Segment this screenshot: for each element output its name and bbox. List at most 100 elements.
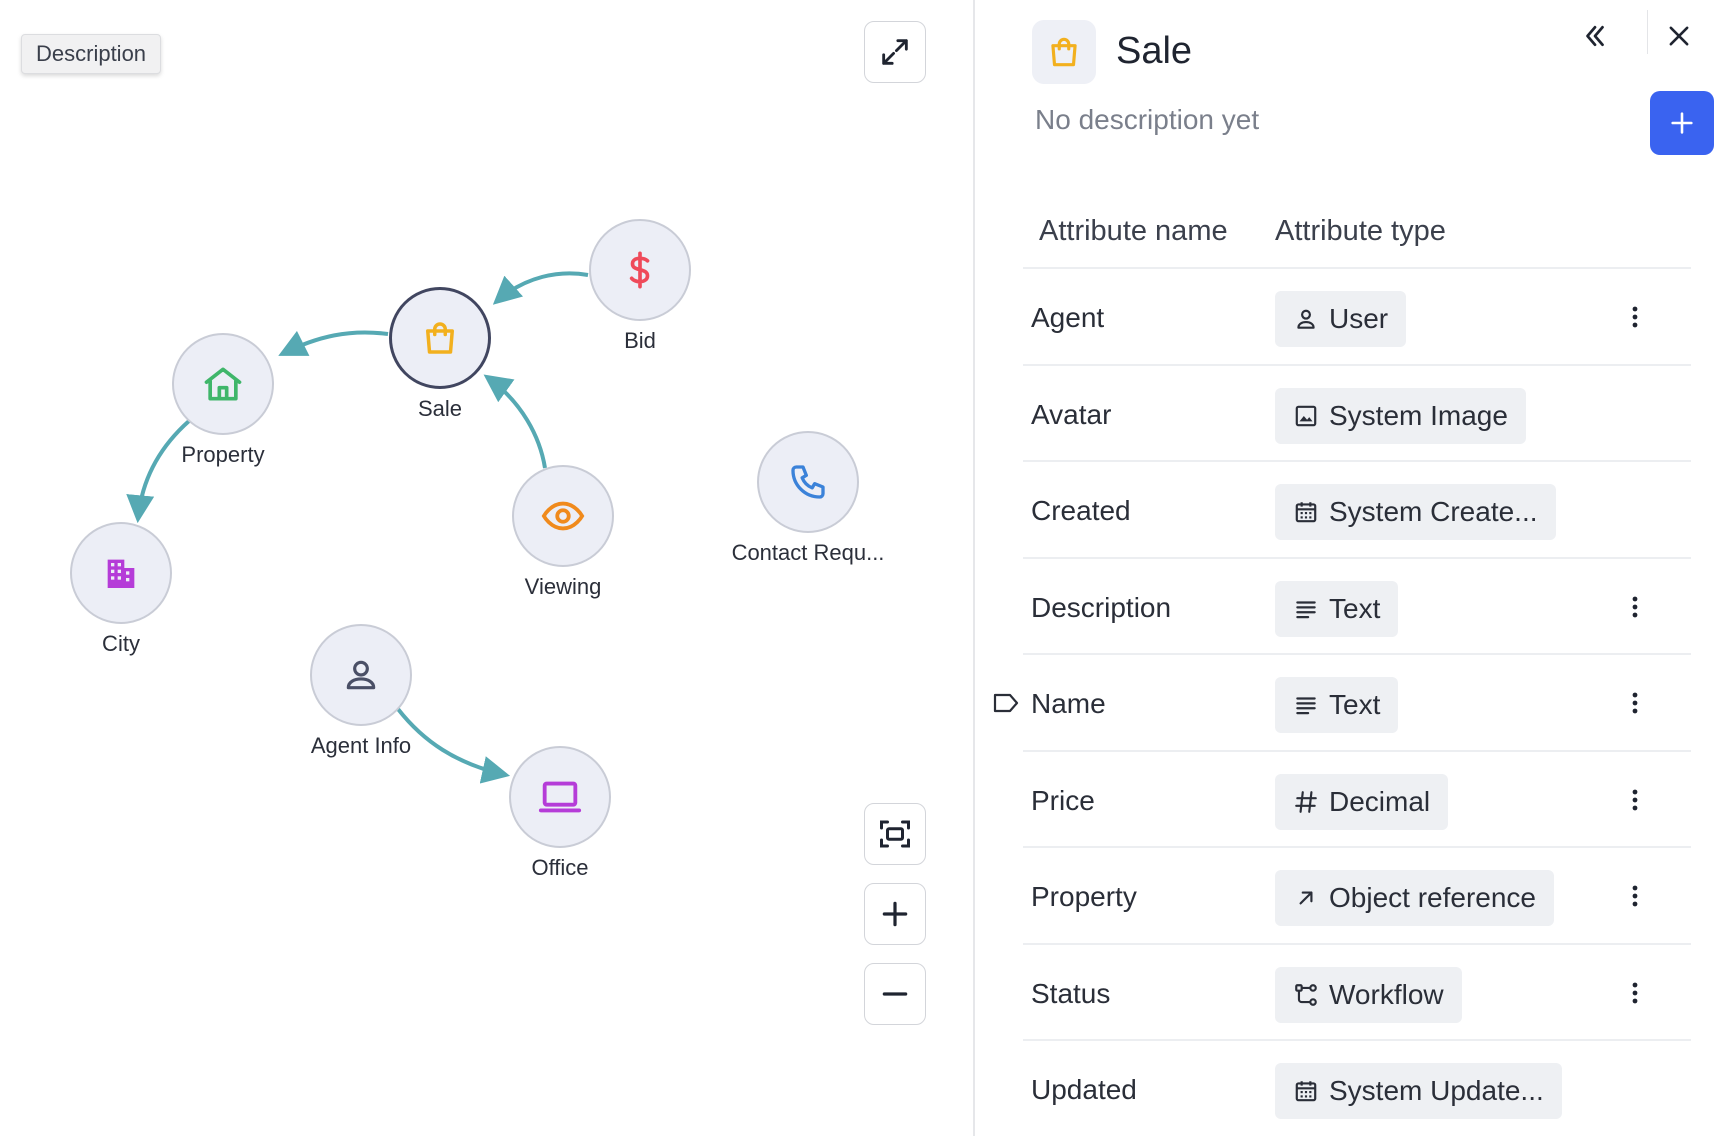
calendar-icon xyxy=(1295,1081,1317,1102)
attribute-type-label: System Create... xyxy=(1329,496,1538,527)
zoom-out-button[interactable] xyxy=(864,963,926,1025)
attribute-type-label: Decimal xyxy=(1329,785,1431,817)
laptop-icon xyxy=(538,781,582,813)
attribute-type-badge[interactable]: Text xyxy=(1275,580,1399,637)
attribute-name: Status xyxy=(1031,977,1111,1009)
node-contact[interactable] xyxy=(757,431,859,533)
attribute-row-price[interactable]: Price Decimal xyxy=(1023,752,1691,848)
workflow-icon xyxy=(1295,983,1317,1006)
attribute-name: Created xyxy=(1031,495,1131,526)
node-label-city: City xyxy=(102,631,140,656)
attribute-row-updated[interactable]: Updated System Update... xyxy=(1023,1041,1691,1136)
dollar-icon xyxy=(629,251,650,289)
node-sale[interactable] xyxy=(389,287,491,389)
attribute-type-label: Text xyxy=(1329,689,1381,720)
edge-agent-to-office xyxy=(396,707,511,784)
attribute-type-label: User xyxy=(1329,303,1389,334)
node-label-contact: Contact Requ... xyxy=(731,540,885,565)
attribute-type-badge[interactable]: System Create... xyxy=(1275,484,1556,540)
node-agent[interactable] xyxy=(310,624,412,726)
attribute-type-label: Object reference xyxy=(1329,882,1536,913)
attribute-type-badge[interactable]: User xyxy=(1275,291,1407,347)
attribute-row-property[interactable]: Property Object reference xyxy=(1023,848,1691,945)
attribute-name: Avatar xyxy=(1031,398,1112,430)
attributes-table: Agent User Avatar System Image Created System… xyxy=(993,269,1691,1136)
plus-icon xyxy=(882,901,908,927)
expand-button[interactable] xyxy=(864,21,926,83)
shopping-bag-icon xyxy=(426,322,454,354)
attribute-menu-button[interactable] xyxy=(1617,589,1653,625)
fit-view-button[interactable] xyxy=(864,803,926,865)
attribute-type-badge[interactable]: Workflow xyxy=(1275,966,1462,1023)
phone-icon xyxy=(791,465,825,499)
calendar-icon xyxy=(1295,502,1317,523)
house-icon xyxy=(204,367,242,401)
attribute-type-badge[interactable]: Text xyxy=(1275,677,1399,733)
minus-icon xyxy=(882,992,908,996)
object-title: Sale xyxy=(1116,30,1193,72)
node-label-bid: Bid xyxy=(624,328,656,353)
attribute-name: Property xyxy=(1031,881,1137,912)
attribute-name: Price xyxy=(1031,784,1095,816)
hash-icon xyxy=(1295,790,1317,813)
attribute-name: Updated xyxy=(1031,1074,1137,1105)
attribute-type-label: Text xyxy=(1329,592,1381,624)
attribute-row-status[interactable]: Status Workflow xyxy=(1023,945,1691,1041)
shopping-bag-icon xyxy=(1051,37,1077,67)
attribute-row-description[interactable]: Description Text xyxy=(1023,559,1691,655)
user-icon xyxy=(1297,309,1315,329)
node-property[interactable] xyxy=(172,333,274,435)
attribute-row-created[interactable]: Created System Create... xyxy=(1023,462,1691,559)
header-separator xyxy=(1647,10,1648,54)
attribute-type-label: System Update... xyxy=(1329,1075,1544,1106)
attribute-type-badge[interactable]: System Image xyxy=(1275,387,1526,444)
attribute-menu-button[interactable] xyxy=(1617,685,1653,721)
kebab-menu-icon xyxy=(1632,692,1638,714)
attribute-row-avatar[interactable]: Avatar System Image xyxy=(1023,366,1691,462)
attribute-row-name[interactable]: Name Text xyxy=(993,655,1691,752)
attribute-type-badge[interactable]: Object reference xyxy=(1275,870,1554,926)
kebab-menu-icon xyxy=(1632,306,1638,328)
kebab-menu-icon xyxy=(1632,982,1638,1003)
attribute-menu-button[interactable] xyxy=(1617,782,1653,818)
node-bid[interactable] xyxy=(589,219,691,321)
schema-canvas[interactable]: Description Sale Bid Property City Viewi… xyxy=(0,0,973,1136)
attribute-type-label: Workflow xyxy=(1329,978,1444,1010)
edge-bid-to-sale xyxy=(492,271,589,305)
attributes-table-header: Attribute name Attribute type xyxy=(1023,207,1691,269)
kebab-menu-icon xyxy=(1632,596,1638,617)
node-office[interactable] xyxy=(509,746,611,848)
edge-property-to-city xyxy=(126,419,191,524)
add-attribute-button[interactable] xyxy=(1650,91,1714,155)
zoom-in-button[interactable] xyxy=(864,883,926,945)
attribute-menu-button[interactable] xyxy=(1617,975,1653,1011)
attribute-menu-button[interactable] xyxy=(1617,299,1653,335)
node-label-viewing: Viewing xyxy=(524,574,602,599)
primary-label-icon xyxy=(993,693,1019,718)
attribute-type-badge[interactable]: System Update... xyxy=(1275,1063,1562,1119)
building-icon xyxy=(107,559,135,588)
object-description[interactable]: No description yet xyxy=(1035,104,1259,136)
close-icon xyxy=(1669,26,1689,46)
column-header-type: Attribute type xyxy=(1275,215,1446,247)
eye-icon xyxy=(541,501,585,531)
node-city[interactable] xyxy=(70,522,172,624)
attribute-type-badge[interactable]: Decimal xyxy=(1275,773,1449,830)
person-icon xyxy=(346,660,376,690)
column-header-name: Attribute name xyxy=(1039,215,1228,247)
attribute-row-agent[interactable]: Agent User xyxy=(1023,269,1691,366)
object-detail-panel: Sale No description yet Attribute name A… xyxy=(975,0,1736,1136)
text-lines-icon xyxy=(1296,697,1316,715)
close-panel-button[interactable] xyxy=(1657,14,1701,58)
kebab-menu-icon xyxy=(1632,789,1638,810)
node-label-office: Office xyxy=(531,855,589,880)
attribute-name: Description xyxy=(1031,591,1172,623)
node-viewing[interactable] xyxy=(512,465,614,567)
fit-view-icon xyxy=(880,820,910,848)
collapse-panel-button[interactable] xyxy=(1573,14,1617,58)
node-label-agent: Agent Info xyxy=(310,733,412,758)
kebab-menu-icon xyxy=(1632,885,1638,907)
attribute-menu-button[interactable] xyxy=(1617,878,1653,914)
attribute-name: Name xyxy=(1031,688,1106,719)
edge-viewing-to-sale xyxy=(483,374,547,469)
